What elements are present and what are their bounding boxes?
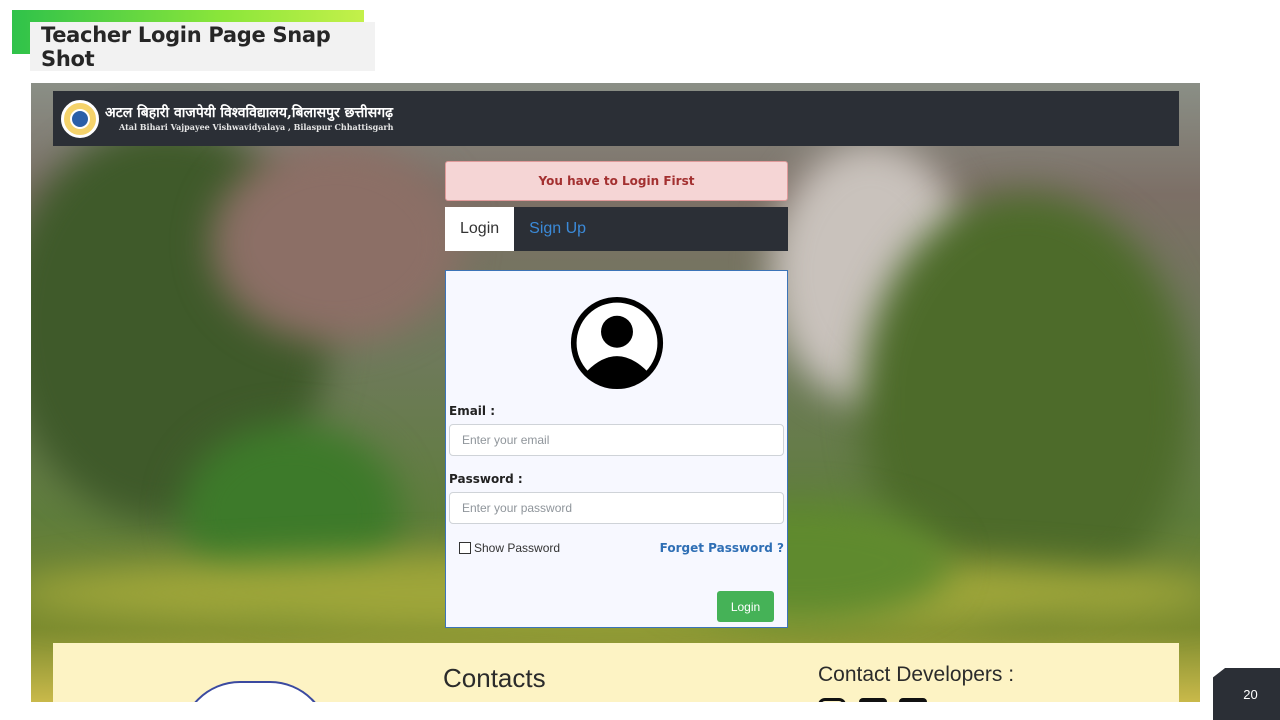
show-password-toggle[interactable]: Show Password xyxy=(459,541,560,555)
show-password-label: Show Password xyxy=(474,541,561,555)
university-name-english: Atal Bihari Vajpayee Vishwavidyalaya , B… xyxy=(119,122,394,132)
app-footer: Contacts Contact Developers : xyxy=(53,643,1179,702)
slide-title: Teacher Login Page Snap Shot xyxy=(41,22,331,71)
login-form: Email : Password : Show Password Forget … xyxy=(445,270,788,628)
forget-password-link[interactable]: Forget Password ? xyxy=(660,541,784,555)
password-label: Password : xyxy=(449,472,523,486)
slide: Teacher Login Page Snap Shot अटल बिहारी … xyxy=(0,0,1280,720)
university-name-hindi: अटल बिहारी वाजपेयी विश्वविद्यालय,बिलासपु… xyxy=(105,105,393,121)
app-header: अटल बिहारी वाजपेयी विश्वविद्यालय,बिलासपु… xyxy=(53,91,1179,146)
contact-developers-heading: Contact Developers : xyxy=(818,663,1015,686)
tab-sign-up[interactable]: Sign Up xyxy=(514,207,601,251)
password-input[interactable] xyxy=(449,492,784,524)
email-input[interactable] xyxy=(449,424,784,456)
mail-icon[interactable] xyxy=(899,698,927,702)
page-number-badge: 20 xyxy=(1213,668,1280,720)
show-password-checkbox[interactable] xyxy=(459,542,471,554)
login-required-alert: You have to Login First xyxy=(445,161,788,201)
tab-login[interactable]: Login xyxy=(445,207,515,251)
screenshot: अटल बिहारी वाजपेयी विश्वविद्यालय,बिलासपु… xyxy=(31,83,1200,702)
alert-message: You have to Login First xyxy=(538,174,695,188)
page-number: 20 xyxy=(1243,686,1258,702)
slide-title-box: Teacher Login Page Snap Shot xyxy=(30,22,375,71)
university-emblem-icon xyxy=(61,99,99,138)
instagram-icon[interactable] xyxy=(818,698,846,702)
contacts-heading: Contacts xyxy=(443,663,546,693)
university-name: अटल बिहारी वाजपेयी विश्वविद्यालय,बिलासपु… xyxy=(105,105,393,132)
auth-tabs: Login Sign Up xyxy=(445,207,788,251)
linkedin-icon[interactable] xyxy=(859,698,887,702)
user-avatar-icon xyxy=(570,296,664,390)
background-building xyxy=(211,143,461,343)
university-seal-icon xyxy=(180,681,330,702)
login-button[interactable]: Login xyxy=(717,591,774,622)
email-label: Email : xyxy=(449,404,496,418)
